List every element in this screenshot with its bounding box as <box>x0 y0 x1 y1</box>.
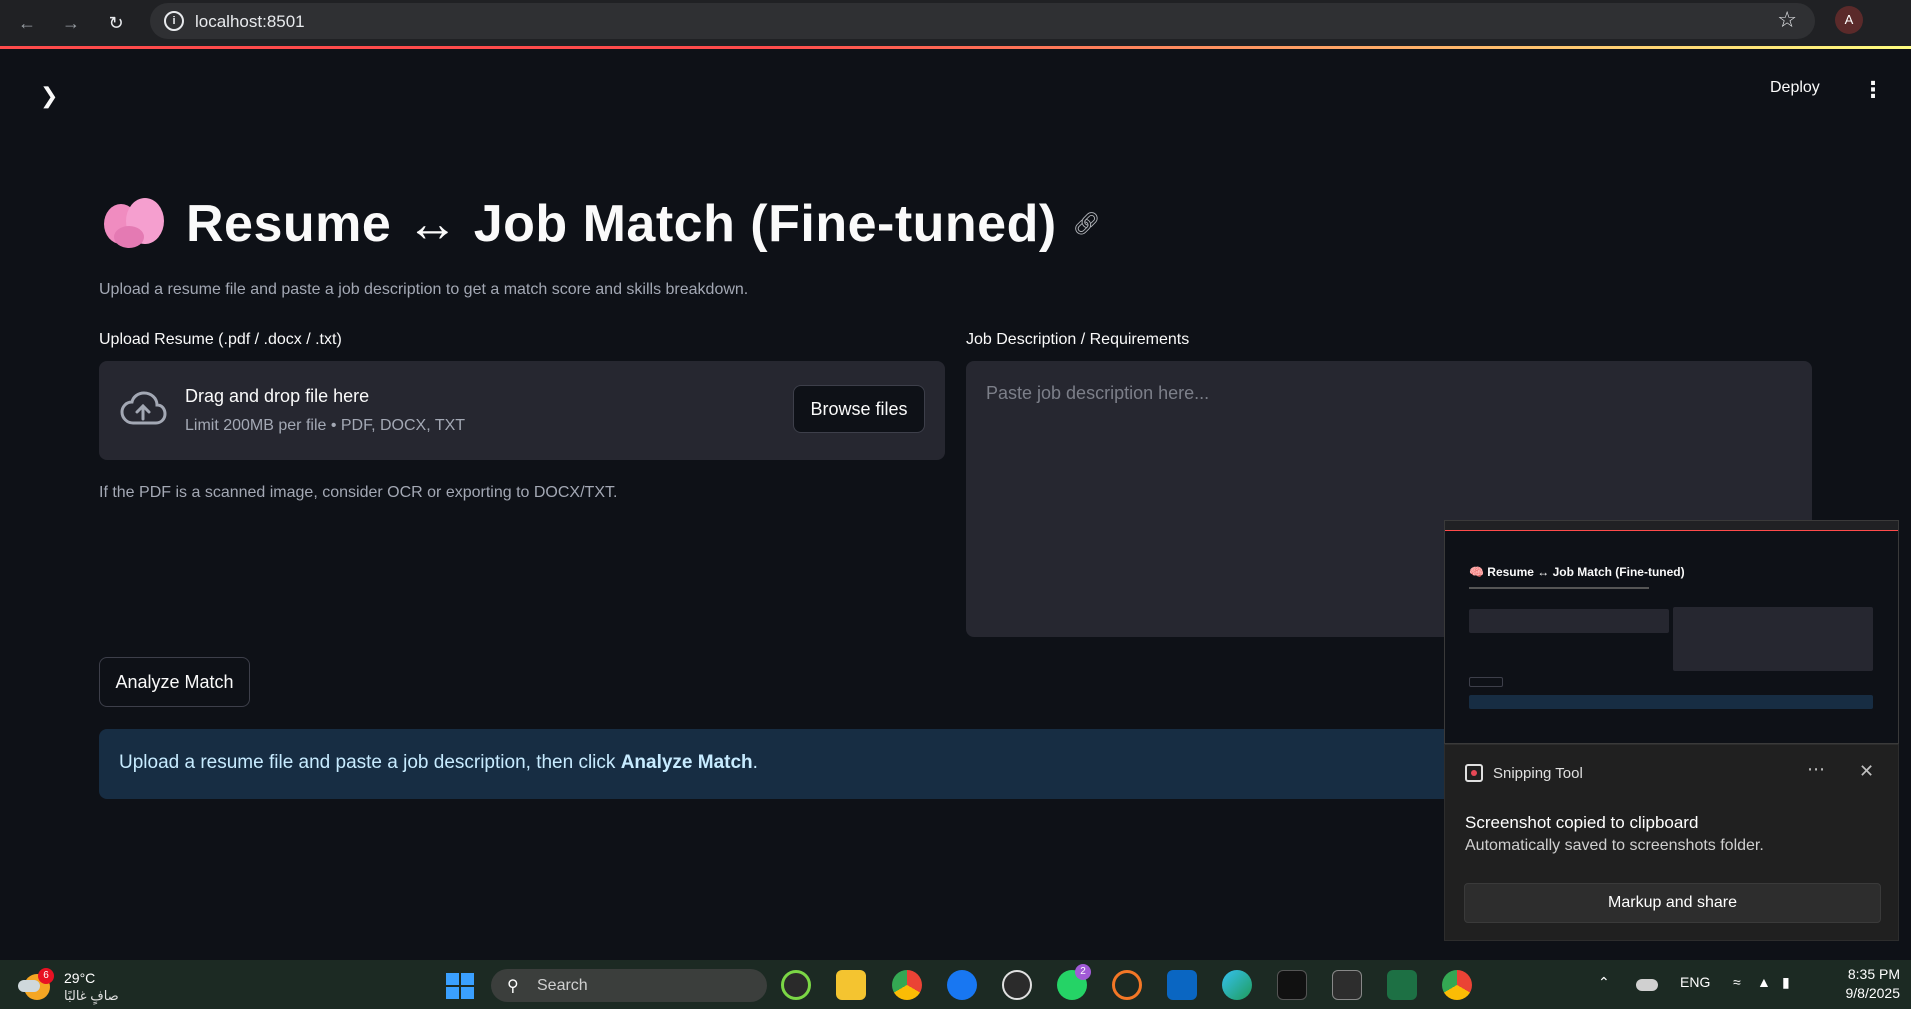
system-clock[interactable]: 8:35 PM 9/8/2025 <box>1830 965 1901 1003</box>
page-subtitle: Upload a resume file and paste a job des… <box>99 281 749 298</box>
profile-avatar[interactable]: A <box>1835 6 1863 34</box>
snipping-tool-notification[interactable]: Snipping Tool ⋯ ✕ Screenshot copied to c… <box>1444 744 1899 941</box>
volume-icon[interactable]: ▲ <box>1757 974 1771 990</box>
snipping-tool-icon <box>1465 764 1483 782</box>
page-title: Resume ↔ Job Match (Fine-tuned) <box>186 195 1057 253</box>
deploy-button[interactable]: Deploy <box>1770 79 1820 97</box>
close-icon[interactable]: ✕ <box>1859 761 1874 782</box>
weather-condition: صافٍ غالبًا <box>64 988 119 1003</box>
browser-toolbar: ← → ↻ i localhost:8501 ☆ A <box>0 0 1911 46</box>
onedrive-icon[interactable] <box>1636 979 1658 991</box>
language-indicator[interactable]: ENG <box>1680 974 1710 990</box>
back-icon[interactable]: ← <box>12 8 42 38</box>
battery-icon[interactable]: ▮ <box>1782 974 1790 991</box>
windows-taskbar: 6 29°C صافٍ غالبًا ⚲ Search 2 ⌃ ENG ≈ ▲ … <box>0 960 1911 1009</box>
markup-and-share-button[interactable]: Markup and share <box>1464 883 1881 923</box>
chatgpt-icon[interactable] <box>1002 970 1032 1000</box>
reload-icon[interactable]: ↻ <box>101 8 131 38</box>
taskbar-search-label: Search <box>537 977 588 994</box>
temperature: 29°C <box>64 970 96 986</box>
site-info-icon[interactable]: i <box>164 11 184 31</box>
show-hidden-icons-icon[interactable]: ⌃ <box>1598 974 1610 991</box>
start-button-icon[interactable] <box>446 973 474 999</box>
address-bar[interactable]: i localhost:8501 ☆ <box>150 3 1815 39</box>
app-ring-icon[interactable] <box>781 970 811 1000</box>
forward-icon[interactable]: → <box>56 8 86 38</box>
wifi-icon[interactable]: ≈ <box>1733 974 1741 990</box>
chevron-right-icon[interactable]: ❯ <box>40 83 58 109</box>
analyze-match-button[interactable]: Analyze Match <box>99 657 250 707</box>
notification-app-name: Snipping Tool <box>1493 765 1583 782</box>
excel-icon[interactable] <box>1387 970 1417 1000</box>
anchor-link-icon[interactable]: 🔗︎ <box>1073 211 1101 237</box>
dropzone-limit: Limit 200MB per file • PDF, DOCX, TXT <box>185 417 466 434</box>
more-options-icon[interactable]: ⋯ <box>1807 759 1825 780</box>
chrome-icon[interactable] <box>892 970 922 1000</box>
page-title-row: Resume ↔ Job Match (Fine-tuned) 🔗︎ <box>104 194 1101 254</box>
bookmark-star-icon[interactable]: ☆ <box>1777 7 1797 33</box>
taskbar-search[interactable]: ⚲ Search <box>491 969 767 1002</box>
whatsapp-badge: 2 <box>1075 964 1091 980</box>
browse-files-button[interactable]: Browse files <box>793 385 925 433</box>
main-menu-icon[interactable]: ⋮ <box>1862 77 1884 103</box>
file-explorer-icon[interactable] <box>836 970 866 1000</box>
job-description-label: Job Description / Requirements <box>966 331 1190 348</box>
dropzone-title: Drag and drop file here <box>185 386 370 406</box>
dark-app-icon[interactable] <box>1277 970 1307 1000</box>
search-icon: ⚲ <box>507 978 519 995</box>
snip-preview-thumbnail[interactable]: 🧠 Resume ↔ Job Match (Fine-tuned) <box>1444 520 1899 744</box>
notification-body: Automatically saved to screenshots folde… <box>1465 837 1764 854</box>
clock-time: 8:35 PM <box>1847 966 1900 982</box>
edge-icon[interactable] <box>1222 970 1252 1000</box>
ocr-hint: If the PDF is a scanned image, consider … <box>99 484 618 501</box>
jupyter-icon[interactable] <box>1112 970 1142 1000</box>
weather-widget[interactable]: 6 29°C صافٍ غالبًا <box>18 968 128 1004</box>
facebook-icon[interactable] <box>947 970 977 1000</box>
address-url[interactable]: localhost:8501 <box>195 12 305 32</box>
linkedin-icon[interactable] <box>1167 970 1197 1000</box>
notification-heading: Screenshot copied to clipboard <box>1465 813 1699 832</box>
terminal-icon[interactable] <box>1332 970 1362 1000</box>
file-dropzone[interactable]: Drag and drop file here Limit 200MB per … <box>99 361 945 460</box>
info-message: Upload a resume file and paste a job des… <box>119 752 758 773</box>
weather-badge: 6 <box>38 968 54 984</box>
cloud-upload-icon <box>120 391 167 425</box>
chrome-profile-icon[interactable] <box>1442 970 1472 1000</box>
upload-label: Upload Resume (.pdf / .docx / .txt) <box>99 331 342 348</box>
brain-icon <box>104 198 164 250</box>
clock-date: 9/8/2025 <box>1845 985 1901 1001</box>
snip-preview-title: 🧠 Resume ↔ Job Match (Fine-tuned) <box>1469 565 1685 579</box>
